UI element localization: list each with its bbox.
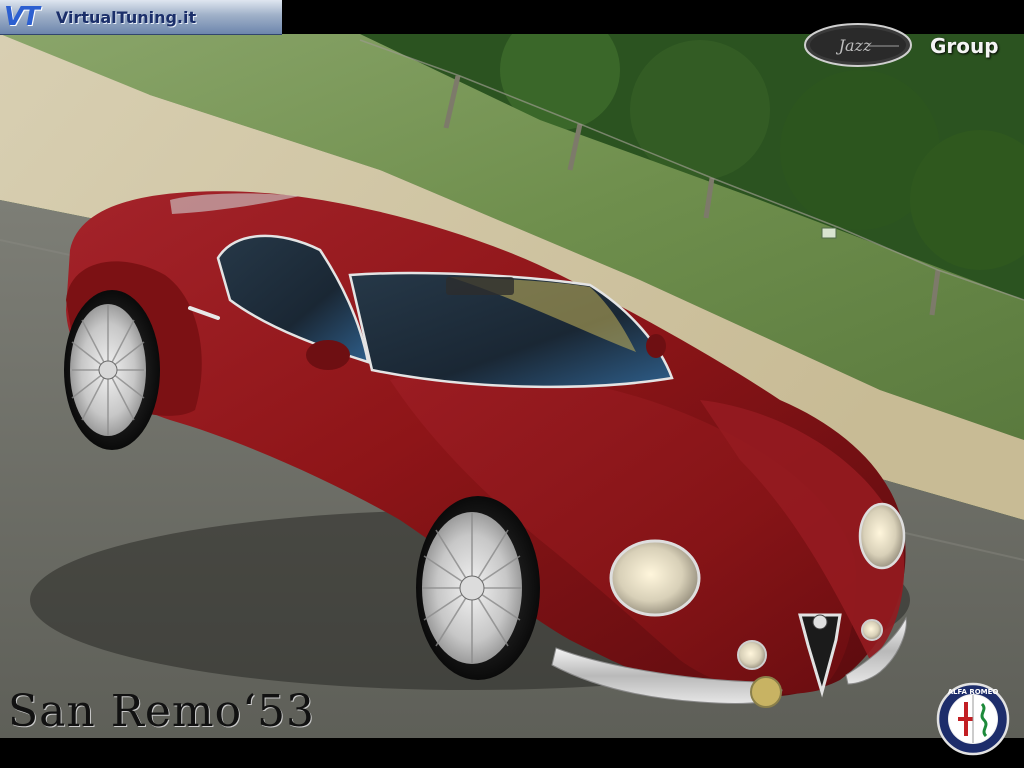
alfa-romeo-badge-text: ALFA ROMEO: [948, 688, 999, 696]
car-photo: [0, 34, 1024, 738]
alfa-romeo-badge: ALFA ROMEO: [936, 682, 1010, 756]
jazz-signature: Jazz: [836, 36, 872, 55]
model-title: San Remo‘53: [8, 686, 316, 737]
bottom-black-bar: [0, 738, 1024, 768]
site-name: VirtualTuning.it: [55, 7, 197, 27]
vt-logo-mark: VT: [4, 2, 40, 32]
poster: VT VirtualTuning.it Jazz Group San Remo‘…: [0, 0, 1024, 768]
group-label: Group: [930, 34, 999, 58]
virtualtuning-logo: VT VirtualTuning.it: [0, 0, 282, 35]
jazz-group-badge: Jazz: [804, 23, 912, 67]
